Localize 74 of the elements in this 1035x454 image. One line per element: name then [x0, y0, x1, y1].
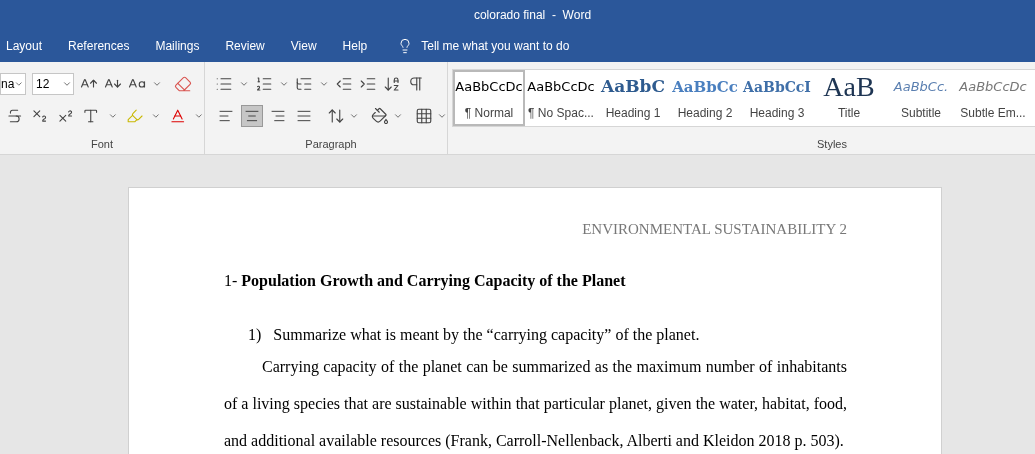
align-button[interactable]: [241, 105, 263, 127]
multilevel-list-icon[interactable]: [295, 75, 313, 93]
borders-icon[interactable]: [415, 107, 433, 125]
bullets-icon[interactable]: [215, 75, 233, 93]
body-paragraph: Carrying capacity of the planet can be summarized as the maximum number of inhabitants of a living species that are sustainable within that particular planet, given the water, habitat, food, and additional available resources (Frank, Carroll-Nellenback, Alberti and Kleidon 2018 p. 503).: [224, 356, 847, 452]
list-number: 1): [248, 324, 262, 346]
group-label: Styles: [817, 136, 847, 152]
style-name: Heading 3: [749, 105, 805, 122]
caret-icon[interactable]: [239, 79, 249, 89]
caret-icon[interactable]: [437, 111, 447, 121]
align-left-icon: [218, 108, 234, 124]
caret-icon[interactable]: [393, 111, 403, 121]
section-heading: 1- Population Growth and Carrying Capacity of the Planet: [224, 271, 626, 289]
font-size-dropdown[interactable]: 12: [32, 73, 74, 95]
group-label: Font: [91, 136, 113, 152]
style-item[interactable]: AaBbCcDc Subtle Em...: [957, 70, 1029, 126]
group-label: Paragraph: [305, 136, 357, 152]
superscript-icon[interactable]: [56, 107, 75, 125]
eraser-icon[interactable]: [174, 75, 192, 93]
subscript-icon[interactable]: [31, 107, 49, 125]
style-sample: AaBbCcI: [743, 77, 811, 97]
decrease-indent-icon[interactable]: [335, 75, 353, 93]
style-item[interactable]: AaB Title: [813, 70, 885, 126]
style-sample: AaBbCc: [672, 76, 738, 98]
style-sample: AaBbCcDc: [455, 78, 523, 97]
ribbon-tab[interactable]: Mailings: [145, 33, 210, 59]
style-name: Title: [837, 105, 861, 122]
align-center-icon: [244, 108, 260, 124]
window-title: colorado final - Word: [472, 7, 592, 24]
style-item[interactable]: AaBbC Heading 1: [597, 70, 669, 126]
strikethrough-icon[interactable]: [6, 107, 24, 125]
style-item[interactable]: AaBbCcDc ¶ No Spac...: [525, 70, 597, 126]
style-sample: AaBbCcDc: [527, 78, 595, 97]
ribbon-tab[interactable]: Layout: [0, 33, 53, 59]
caret-icon[interactable]: [194, 111, 204, 121]
sort-icon[interactable]: [383, 75, 401, 93]
font-name-dropdown[interactable]: na: [0, 73, 26, 95]
align-right-icon: [270, 108, 286, 124]
style-item[interactable]: AaBbCc. Subtitle: [885, 70, 957, 126]
font-color-icon[interactable]: [168, 107, 187, 125]
style-sample: AaBbCc.: [893, 78, 949, 97]
style-item[interactable]: AaBbCcI Heading 3: [741, 70, 813, 126]
style-name: Subtle Em...: [960, 105, 1026, 122]
caret-icon[interactable]: [62, 79, 72, 89]
style-name: ¶ No Spac...: [528, 105, 594, 122]
increase-indent-icon[interactable]: [359, 75, 377, 93]
list-item-text: Summarize what is meant by the “carrying capacity” of the planet.: [273, 324, 700, 346]
style-name: Heading 1: [605, 105, 661, 122]
shading-icon[interactable]: [371, 107, 389, 125]
page-header: ENVIRONMENTAL SUSTAINABILITY 2: [582, 220, 847, 239]
tell-me-field[interactable]: Tell me what you want to do: [421, 37, 622, 55]
caret-icon[interactable]: [151, 111, 161, 121]
caret-icon[interactable]: [279, 79, 289, 89]
style-sample: AaB: [823, 74, 875, 100]
ribbon-tab[interactable]: Review: [215, 33, 275, 59]
style-sample: AaBbCcDc: [959, 78, 1027, 97]
align-justify-icon: [296, 108, 312, 124]
text-effects-icon[interactable]: [82, 107, 100, 125]
ribbon-tab[interactable]: View: [280, 33, 327, 59]
style-name: Heading 2: [677, 105, 733, 122]
ribbon-tab[interactable]: References: [58, 33, 140, 59]
caret-icon[interactable]: [349, 111, 359, 121]
style-sample: AaBbC: [601, 75, 665, 99]
style-item[interactable]: AaBbCc Heading 2: [669, 70, 741, 126]
style-name: Subtitle: [901, 105, 941, 122]
caret-icon[interactable]: [152, 79, 162, 89]
style-name: ¶ Normal: [464, 105, 514, 122]
line-spacing-icon[interactable]: [327, 107, 345, 125]
caret-icon[interactable]: [319, 79, 329, 89]
style-item[interactable]: AaBbCcDc ¶ Normal: [453, 70, 525, 126]
numbering-icon[interactable]: [255, 75, 273, 93]
ribbon-tab[interactable]: Help: [332, 33, 378, 59]
caret-icon[interactable]: [107, 111, 118, 121]
pilcrow-icon[interactable]: [407, 75, 425, 93]
